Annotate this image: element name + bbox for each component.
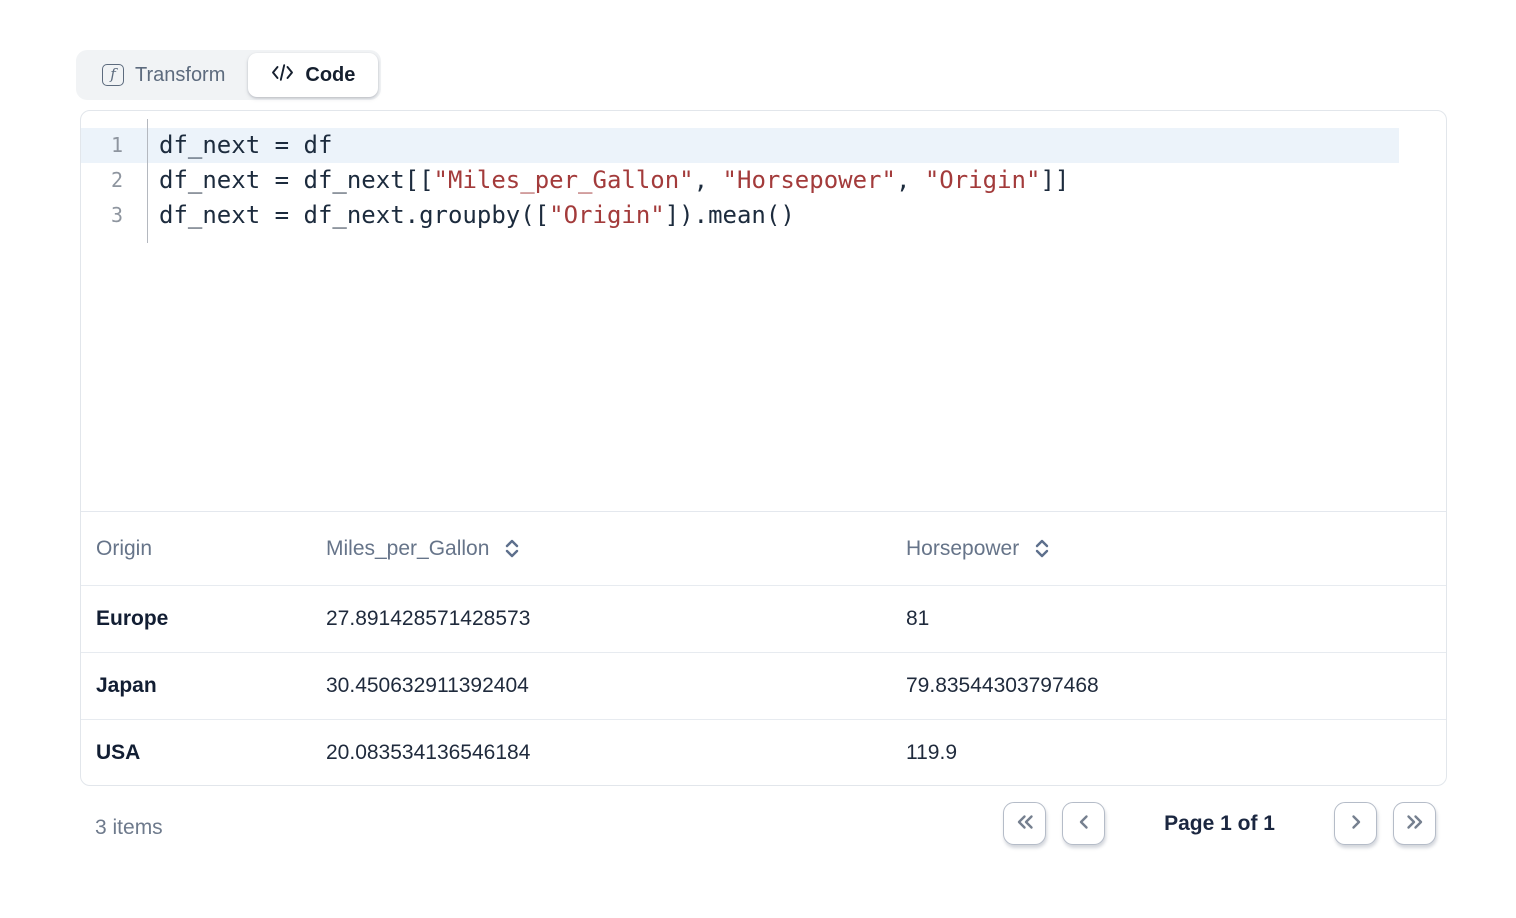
table-row: Japan 30.450632911392404 79.835443037974… — [81, 652, 1446, 719]
chevron-left-icon — [1075, 813, 1093, 834]
string-token: "Miles_per_Gallon" — [434, 166, 694, 194]
cell-origin: USA — [96, 741, 326, 765]
code-token: df_next = df_next[[ — [159, 166, 434, 194]
cell-horsepower: 119.9 — [906, 741, 1431, 765]
table-row: USA 20.083534136546184 119.9 — [81, 719, 1446, 786]
cell-horsepower: 79.83544303797468 — [906, 674, 1431, 698]
cell-miles-per-gallon: 27.891428571428573 — [326, 607, 906, 631]
tab-code-label: Code — [305, 64, 355, 87]
sort-updown-icon[interactable] — [504, 538, 520, 559]
table-row: Europe 27.891428571428573 81 — [81, 585, 1446, 652]
code-token: , — [694, 166, 723, 194]
code-line[interactable]: 2 df_next = df_next[["Miles_per_Gallon",… — [81, 163, 1446, 198]
table-header-row: Origin Miles_per_Gallon Horsepower — [81, 511, 1446, 585]
code-line[interactable]: 3 df_next = df_next.groupby(["Origin"]).… — [81, 198, 1446, 233]
column-header-label: Origin — [96, 537, 152, 561]
string-token: "Horsepower" — [723, 166, 896, 194]
function-icon: f — [102, 64, 124, 86]
string-token: "Origin" — [925, 166, 1041, 194]
tab-transform-label: Transform — [135, 64, 225, 87]
tab-transform[interactable]: f Transform — [79, 53, 248, 97]
column-header-origin: Origin — [96, 537, 326, 561]
cell-miles-per-gallon: 30.450632911392404 — [326, 674, 906, 698]
line-number: 3 — [81, 198, 147, 233]
code-editor[interactable]: 1 df_next = df 2 df_next = df_next[["Mil… — [81, 111, 1446, 511]
code-token: df_next = df_next.groupby([ — [159, 201, 549, 229]
code-line-text[interactable]: df_next = df — [147, 128, 332, 163]
last-page-button[interactable] — [1393, 802, 1436, 845]
previous-page-button[interactable] — [1062, 802, 1105, 845]
column-header-label: Miles_per_Gallon — [326, 537, 489, 561]
line-number: 1 — [81, 128, 147, 163]
view-mode-segmented-control: f Transform Code — [76, 50, 381, 100]
code-token: ]] — [1040, 166, 1069, 194]
column-header-label: Horsepower — [906, 537, 1019, 561]
chevrons-right-icon — [1404, 813, 1426, 834]
code-and-preview-panel: 1 df_next = df 2 df_next = df_next[["Mil… — [80, 110, 1447, 786]
line-number: 2 — [81, 163, 147, 198]
code-token: , — [896, 166, 925, 194]
items-count: 3 items — [95, 816, 163, 840]
cell-horsepower: 81 — [906, 607, 1431, 631]
tab-code[interactable]: Code — [248, 53, 378, 97]
first-page-button[interactable] — [1003, 802, 1046, 845]
table-footer: 3 items Page 1 of 1 — [80, 786, 1447, 876]
cell-origin: Japan — [96, 674, 326, 698]
code-icon — [271, 63, 294, 88]
cell-miles-per-gallon: 20.083534136546184 — [326, 741, 906, 765]
sort-updown-icon[interactable] — [1034, 538, 1050, 559]
code-line[interactable]: 1 df_next = df — [81, 128, 1399, 163]
chevrons-left-icon — [1014, 813, 1036, 834]
column-header-miles-per-gallon[interactable]: Miles_per_Gallon — [326, 537, 906, 561]
cell-origin: Europe — [96, 607, 326, 631]
page-indicator: Page 1 of 1 — [1164, 812, 1275, 836]
string-token: "Origin" — [549, 201, 665, 229]
result-table: Origin Miles_per_Gallon Horsepower — [81, 511, 1446, 786]
code-line-text[interactable]: df_next = df_next.groupby(["Origin"]).me… — [147, 198, 795, 233]
pagination-controls: Page 1 of 1 — [1003, 802, 1436, 845]
next-page-button[interactable] — [1334, 802, 1377, 845]
column-header-horsepower[interactable]: Horsepower — [906, 537, 1431, 561]
gutter-divider — [147, 119, 148, 243]
code-token: ]).mean() — [665, 201, 795, 229]
code-token: df_next = df — [159, 131, 332, 159]
chevron-right-icon — [1347, 813, 1365, 834]
code-line-text[interactable]: df_next = df_next[["Miles_per_Gallon", "… — [147, 163, 1069, 198]
